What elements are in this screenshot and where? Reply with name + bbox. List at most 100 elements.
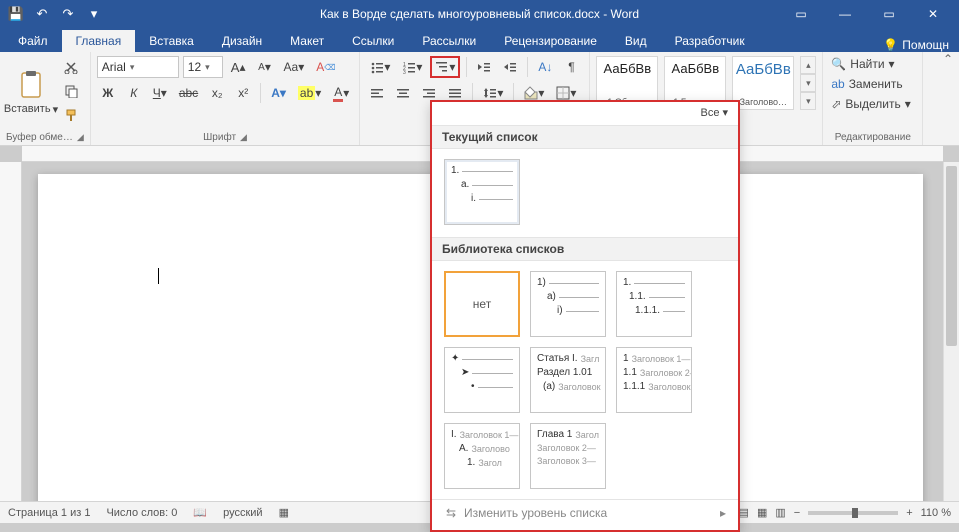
grow-font-button[interactable]: A▴ [227,56,250,78]
status-page[interactable]: Страница 1 из 1 [8,507,90,519]
chevron-down-icon: ▾ [53,103,59,116]
titlebar: 💾 ↶ ↷ ▾ Как в Ворде сделать многоуровнев… [0,0,959,28]
sort-button[interactable]: A↓ [534,56,556,78]
indent-icon: ⇆ [444,506,458,520]
group-label-font: Шрифт [203,132,236,143]
tile-lib-3[interactable]: ✦ ➤ • [444,347,520,413]
tab-references[interactable]: Ссылки [338,30,408,52]
tab-home[interactable]: Главная [62,30,136,52]
italic-button[interactable]: К [123,82,145,104]
chevron-down-icon: ▾ [130,62,135,73]
highlight-button[interactable]: ab▾ [294,82,325,104]
tile-current[interactable]: 1. a. i. [444,159,520,225]
section-current-list: Текущий список [432,125,738,149]
select-button[interactable]: ⬀ Выделить▾ [829,96,916,112]
show-marks-button[interactable]: ¶ [560,56,582,78]
ribbon-tabs: Файл Главная Вставка Дизайн Макет Ссылки… [0,28,959,52]
view-web-layout[interactable]: ▥ [775,506,785,519]
tab-review[interactable]: Рецензирование [490,30,611,52]
numbering-button[interactable]: 123▾ [398,56,426,78]
chevron-down-icon: ▾ [205,62,210,73]
align-center-button[interactable] [392,82,414,104]
underline-button[interactable]: Ч▾ [149,82,171,104]
strikethrough-button[interactable]: abc [175,82,202,104]
zoom-slider[interactable] [808,511,898,515]
subscript-button[interactable]: x₂ [206,82,228,104]
chevron-right-icon: ▸ [720,506,726,520]
text-cursor [158,268,159,284]
format-painter-button[interactable] [60,104,82,126]
tab-mailings[interactable]: Рассылки [408,30,490,52]
close-button[interactable]: ✕ [911,0,955,28]
replace-icon: ab [831,77,844,91]
maximize-button[interactable]: ▭ [867,0,911,28]
align-left-button[interactable] [366,82,388,104]
text-effects-button[interactable]: A▾ [267,82,290,104]
save-button[interactable]: 💾 [4,3,28,25]
redo-button[interactable]: ↷ [56,3,80,25]
tab-view[interactable]: Вид [611,30,661,52]
group-clipboard: Вставить▾ Буфер обме…◢ [0,52,91,145]
zoom-in-button[interactable]: + [906,507,912,519]
search-icon: 🔍 [831,57,846,71]
tile-lib-6[interactable]: I.Заголовок 1— A.Заголово 1.Загол [444,423,520,489]
multilevel-list-button[interactable]: ▾ [430,56,460,78]
collapse-ribbon-button[interactable]: ⌃ [937,52,959,145]
tile-lib-5[interactable]: 1Заголовок 1— 1.1Заголовок 2— 1.1.1Загол… [616,347,692,413]
undo-button[interactable]: ↶ [30,3,54,25]
tab-layout[interactable]: Макет [276,30,338,52]
style-heading1[interactable]: АаБбВвЗаголово… [732,56,794,110]
section-list-library: Библиотека списков [432,237,738,261]
tile-lib-4[interactable]: Статья I.Загл Раздел 1.01 (a)Заголовок [530,347,606,413]
view-read-mode[interactable]: ▤ [739,506,749,519]
tile-lib-1[interactable]: 1) a) i) [530,271,606,337]
decrease-indent-button[interactable] [473,56,495,78]
clipboard-dialog-launcher[interactable]: ◢ [77,132,84,143]
quick-access-toolbar: 💾 ↶ ↷ ▾ [4,3,106,25]
font-name-combo[interactable]: Arial▾ [97,56,179,78]
styles-gallery-scroll[interactable]: ▴▾▾ [800,56,816,110]
cut-button[interactable] [60,56,82,78]
vertical-scrollbar[interactable] [943,162,959,501]
change-list-level[interactable]: ⇆ Изменить уровень списка ▸ [432,499,738,522]
minimize-button[interactable]: — [823,0,867,28]
vertical-ruler[interactable] [0,162,22,501]
tile-none[interactable]: нет [444,271,520,337]
multilevel-list-dropdown: Все▾ Текущий список 1. a. i. Библиотека … [430,100,740,532]
change-case-button[interactable]: Aa▾ [280,56,309,78]
tell-me-help[interactable]: 💡 Помощн [883,38,959,52]
clear-formatting-button[interactable]: A⌫ [312,56,339,78]
tile-lib-7[interactable]: Глава 1Загол Заголовок 2— Заголовок 3— [530,423,606,489]
qat-customize[interactable]: ▾ [82,3,106,25]
tab-file[interactable]: Файл [4,30,62,52]
tile-lib-2[interactable]: 1. 1.1. 1.1.1. [616,271,692,337]
window-buttons: ▭ — ▭ ✕ [779,0,955,28]
group-label-editing: Редактирование [835,132,911,143]
superscript-button[interactable]: x² [232,82,254,104]
find-button[interactable]: 🔍 Найти▾ [829,56,916,72]
tab-developer[interactable]: Разработчик [661,30,759,52]
copy-button[interactable] [60,80,82,102]
bold-button[interactable]: Ж [97,82,119,104]
view-print-layout[interactable]: ▦ [757,506,767,519]
bullets-button[interactable]: ▾ [366,56,394,78]
group-font: Arial▾ 12▾ A▴ A▾ Aa▾ A⌫ Ж К Ч▾ abc x₂ x²… [91,52,361,145]
font-color-button[interactable]: A▾ [329,82,353,104]
tab-insert[interactable]: Вставка [135,30,208,52]
replace-button[interactable]: ab Заменить [829,76,916,92]
zoom-out-button[interactable]: − [794,507,800,519]
tab-design[interactable]: Дизайн [208,30,276,52]
status-macro[interactable]: ▦ [279,506,289,519]
font-dialog-launcher[interactable]: ◢ [240,132,247,143]
status-language[interactable]: русский [223,507,262,519]
shrink-font-button[interactable]: A▾ [254,56,276,78]
paste-button[interactable]: Вставить▾ [6,67,56,116]
increase-indent-button[interactable] [499,56,521,78]
status-spellcheck[interactable]: 📖 [193,506,207,519]
zoom-level[interactable]: 110 % [921,507,951,519]
status-word-count[interactable]: Число слов: 0 [106,507,177,519]
font-size-combo[interactable]: 12▾ [183,56,223,78]
chevron-down-icon: ▾ [722,106,728,119]
list-filter-all[interactable]: Все▾ [701,106,729,119]
ribbon-display-options[interactable]: ▭ [779,0,823,28]
